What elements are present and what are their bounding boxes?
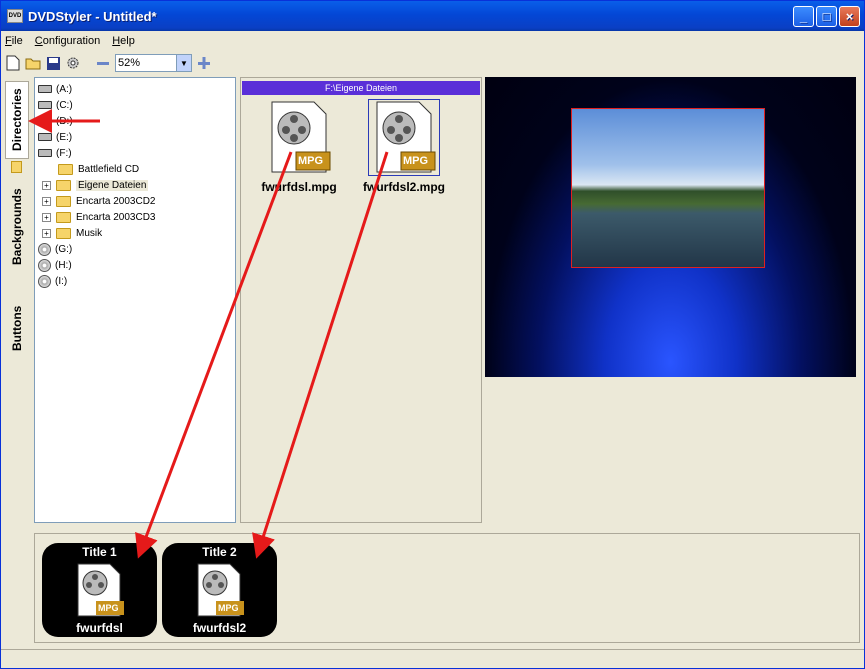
tree-folder-encarta-cd3[interactable]: + Encarta 2003CD3	[42, 209, 156, 225]
tree-drive-e[interactable]: (E:)	[38, 129, 72, 145]
cd-drive-icon	[38, 274, 51, 288]
window-title: DVDStyler - Untitled*	[28, 8, 157, 24]
tree-drive-a[interactable]: (A:)	[38, 81, 72, 97]
tree-drive-i[interactable]: (I:)	[38, 273, 67, 289]
menu-configuration[interactable]: Configuration	[35, 35, 100, 47]
maximize-button[interactable]: □	[816, 6, 837, 27]
folder-icon	[56, 195, 71, 207]
drive-icon	[38, 133, 52, 141]
menu-preview-canvas[interactable]	[485, 77, 856, 377]
file-item[interactable]: MPG fwurfdsl2.mpg	[359, 99, 449, 200]
tab-buttons[interactable]: Buttons	[5, 297, 29, 359]
tree-drive-d[interactable]: (D:)	[38, 113, 73, 129]
tree-drive-h[interactable]: (H:)	[38, 257, 72, 273]
save-icon[interactable]	[45, 55, 61, 71]
file-item[interactable]: MPG fwurfdsl.mpg	[254, 100, 344, 200]
tree-folder-encarta-cd2[interactable]: + Encarta 2003CD2	[42, 193, 156, 209]
open-icon[interactable]	[25, 55, 41, 71]
title-label: Title 2	[202, 545, 237, 559]
new-icon[interactable]	[5, 55, 21, 71]
side-tabs: Directories Backgrounds Buttons	[1, 77, 33, 523]
preview-empty-area	[485, 377, 856, 523]
mpg-file-icon: MPG	[192, 563, 247, 617]
mpg-file-icon: MPG	[72, 563, 127, 617]
file-name: fwurfdsl2.mpg	[362, 180, 445, 194]
drive-icon	[38, 117, 52, 125]
title-label: Title 1	[82, 545, 117, 559]
expand-icon[interactable]: +	[42, 180, 51, 190]
zoom-value: 52%	[118, 57, 141, 69]
file-name: fwurfdsl.mpg	[261, 180, 337, 194]
status-bar	[1, 649, 864, 668]
background-photo[interactable]	[571, 108, 765, 268]
dvd-icon: DVD	[7, 9, 23, 23]
tree-folder-eigene-dateien[interactable]: + Eigene Dateien	[42, 177, 149, 193]
mpg-file-icon: MPG	[368, 99, 440, 176]
cd-drive-icon	[38, 242, 51, 256]
title-bar[interactable]: DVD DVDStyler - Untitled* _ □ ×	[1, 1, 864, 31]
tree-drive-g[interactable]: (G:)	[38, 241, 72, 257]
zoom-out-icon[interactable]	[95, 55, 111, 71]
path-bar: F:\Eigene Dateien	[242, 81, 480, 95]
close-button[interactable]: ×	[839, 6, 860, 27]
titleset-panel: Title 1 MPG fwurfdsl Title 2 MPG fwurfds…	[34, 533, 860, 643]
title-item[interactable]: Title 1 MPG fwurfdsl	[42, 543, 157, 637]
menu-help[interactable]: Help	[112, 35, 135, 47]
file-browser: F:\Eigene Dateien MPG fwurfdsl.mpg MPG f…	[240, 77, 482, 523]
minimize-button[interactable]: _	[793, 6, 814, 27]
tree-drive-c[interactable]: (C:)	[38, 97, 73, 113]
zoom-select[interactable]: 52% ▼	[115, 54, 192, 72]
folder-icon	[56, 227, 71, 239]
folder-icon	[5, 159, 29, 175]
title-file-name: fwurfdsl	[76, 621, 123, 635]
tab-directories[interactable]: Directories	[5, 81, 29, 159]
toolbar: 52% ▼	[1, 52, 864, 74]
settings-icon[interactable]	[65, 55, 81, 71]
title-item[interactable]: Title 2 MPG fwurfdsl2	[162, 543, 277, 637]
tree-folder-battlefield[interactable]: Battlefield CD	[58, 161, 139, 177]
expand-icon[interactable]: +	[42, 212, 51, 222]
menu-file[interactable]: File	[5, 35, 23, 47]
directory-tree: (A:) (C:) (D:) (E:) (F:) Battlefield CD …	[34, 77, 236, 523]
menu-bar: File Configuration Help	[1, 31, 864, 50]
cd-drive-icon	[38, 258, 51, 272]
tree-folder-musik[interactable]: + Musik	[42, 225, 102, 241]
folder-icon	[58, 163, 73, 175]
folder-icon	[56, 211, 71, 223]
title-file-name: fwurfdsl2	[192, 621, 247, 635]
mpg-file-icon: MPG	[264, 100, 334, 175]
expand-icon[interactable]: +	[42, 196, 51, 206]
tab-backgrounds[interactable]: Backgrounds	[5, 177, 29, 277]
drive-icon	[38, 101, 52, 109]
zoom-in-icon[interactable]	[196, 55, 212, 71]
folder-icon	[56, 179, 71, 191]
main-window: DVD DVDStyler - Untitled* _ □ × File Con…	[0, 0, 865, 669]
chevron-down-icon[interactable]: ▼	[176, 55, 191, 71]
expand-icon[interactable]: +	[42, 228, 51, 238]
tree-drive-f[interactable]: (F:)	[38, 145, 72, 161]
drive-icon	[38, 85, 52, 93]
drive-icon	[38, 149, 52, 157]
